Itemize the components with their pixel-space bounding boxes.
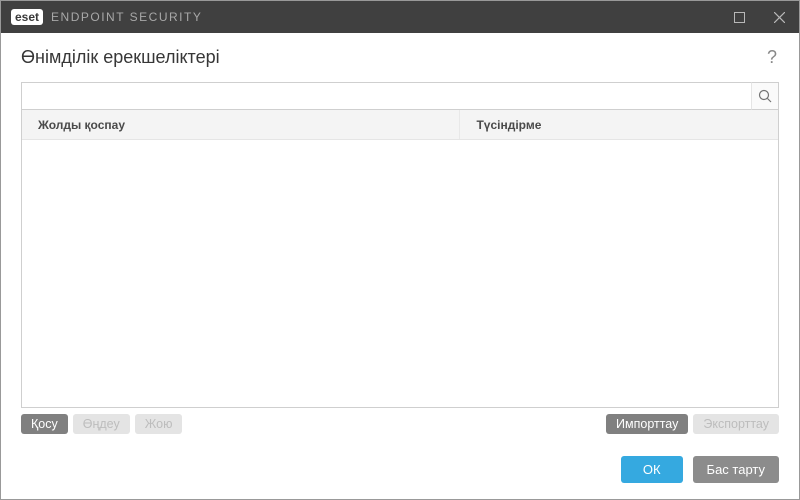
table-body[interactable] [22, 140, 778, 407]
brand-logo-text: eset [11, 9, 43, 25]
delete-button: Жою [135, 414, 183, 434]
titlebar: eset ENDPOINT SECURITY [1, 1, 799, 33]
help-button[interactable]: ? [765, 47, 779, 68]
import-button[interactable]: Импорттау [606, 414, 688, 434]
exclusions-table: Жолды қоспау Түсіндірме [21, 110, 779, 408]
cancel-button[interactable]: Бас тарту [693, 456, 779, 483]
column-header-comment[interactable]: Түсіндірме [460, 110, 778, 139]
search-button[interactable] [751, 82, 779, 110]
close-icon [774, 12, 785, 23]
app-title: ENDPOINT SECURITY [51, 10, 202, 24]
table-toolbar: Қосу Өңдеу Жою Импорттау Экспорттау [21, 414, 779, 434]
minimize-icon [734, 12, 745, 23]
search-input[interactable] [21, 82, 779, 110]
help-icon: ? [767, 47, 777, 67]
dialog-footer: ОК Бас тарту [21, 456, 779, 483]
header-row: Өнімділік ерекшеліктері ? [21, 47, 779, 68]
close-button[interactable] [759, 1, 799, 33]
search-bar [21, 82, 779, 110]
page-title: Өнімділік ерекшеліктері [21, 47, 220, 68]
ok-button[interactable]: ОК [621, 456, 683, 483]
export-button: Экспорттау [693, 414, 779, 434]
content-area: Өнімділік ерекшеліктері ? Жолды қоспау Т… [1, 33, 799, 499]
minimize-button[interactable] [719, 1, 759, 33]
search-icon [758, 89, 772, 103]
brand-logo: eset [11, 9, 43, 25]
edit-button: Өңдеу [73, 414, 130, 434]
column-header-path[interactable]: Жолды қоспау [22, 110, 460, 139]
table-header: Жолды қоспау Түсіндірме [22, 110, 778, 140]
add-button[interactable]: Қосу [21, 414, 68, 434]
